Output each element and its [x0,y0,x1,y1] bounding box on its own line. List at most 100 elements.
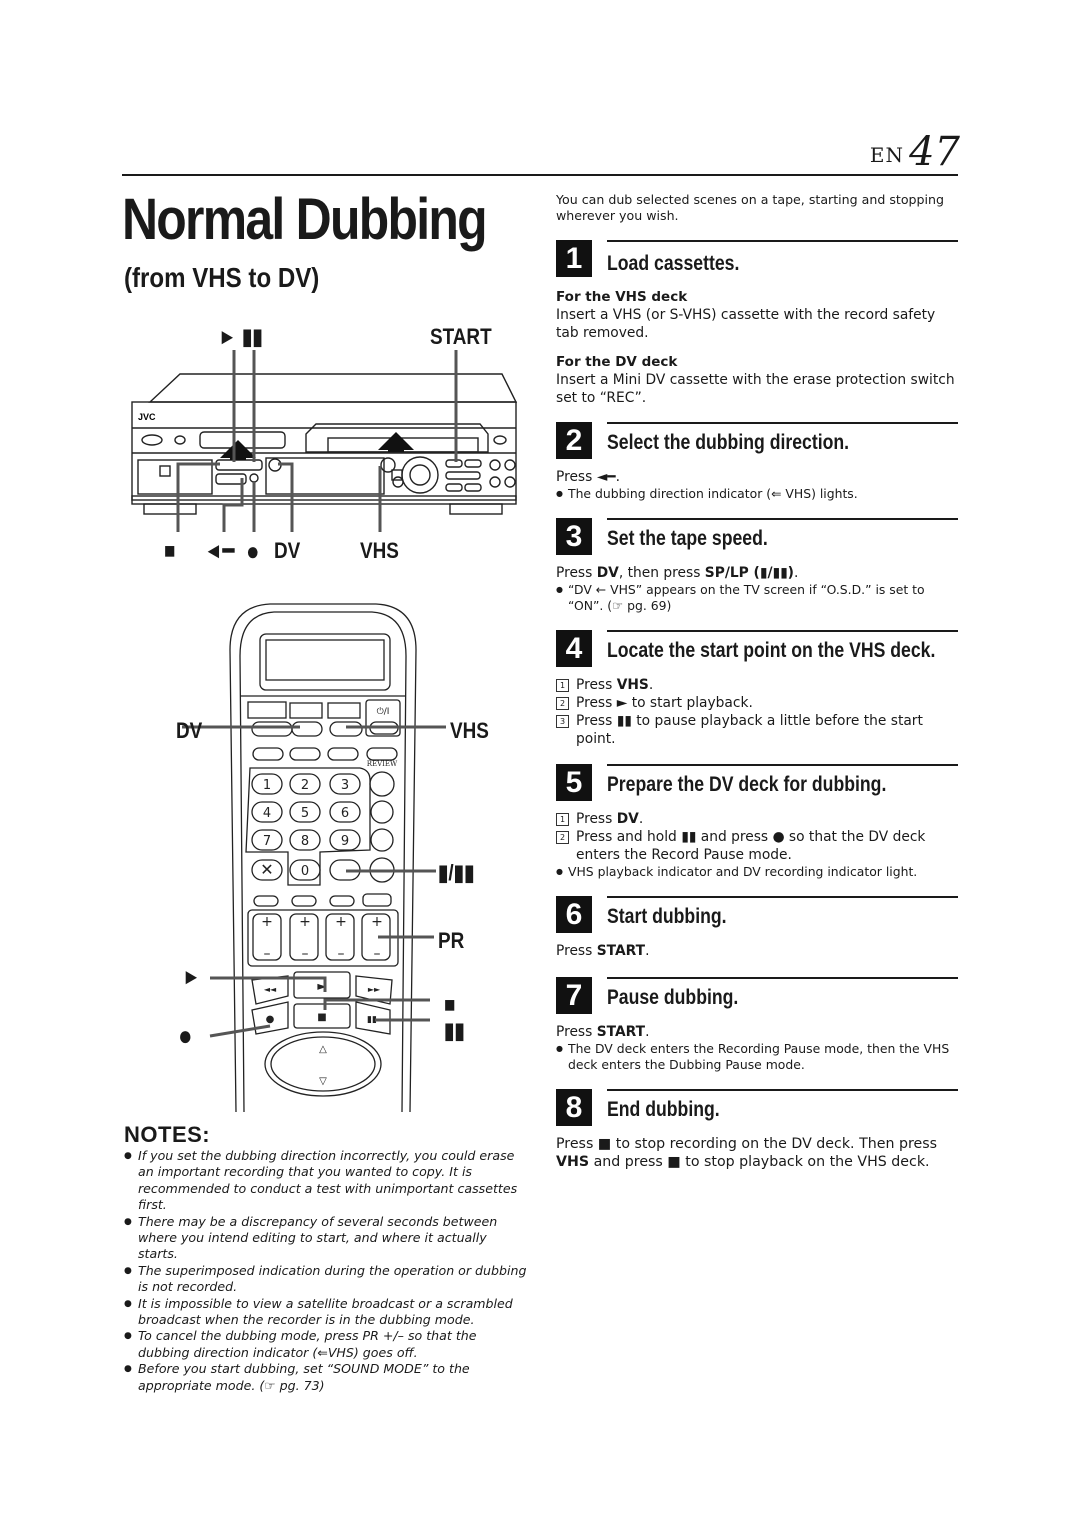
step-8: 8 End dubbing. Press ■ to stop recording… [556,1089,958,1171]
sub-step: 1 Press DV. [556,810,958,828]
step-6: 6 Start dubbing. Press START. [556,896,958,960]
step-title: Locate the start point on the VHS deck. [607,639,936,662]
step-rule [607,518,958,520]
notes-heading: NOTES: [124,1122,211,1147]
sub-step: 3 Press ▮▮ to pause playback a little bef… [556,712,958,748]
svg-text:◄◄: ◄◄ [264,985,277,994]
step-2: 2 Select the dubbing direction. Press ◄━… [556,422,958,502]
review-label: REVIEW [367,760,398,768]
step-5: 5 Prepare the DV deck for dubbing. 1 Pres… [556,764,958,880]
vhs-callout: VHS [360,538,399,563]
step-rule [607,977,958,979]
sub-step: 2 Press and hold ▮▮ and press ● so that t… [556,828,958,864]
step-4: 4 Locate the start point on the VHS deck… [556,630,958,748]
page-title: Normal Dubbing [122,187,488,252]
step-title: Load cassettes. [607,252,740,275]
step-1: 1 Load cassettes. For the VHS deck Inser… [556,240,958,407]
vcr-front-panel [131,401,517,501]
page-number: EN 47 [860,132,960,172]
step-number: 6 [556,896,592,933]
step-number: 3 [556,518,592,555]
step-rule [607,896,958,898]
step-rule [607,422,958,424]
step-rule [607,630,958,632]
pr-callout: PR [438,928,465,953]
svg-text:►►: ►► [368,985,381,994]
step-text: Press DV, then press SP/LP (▮/▮▮). [556,565,799,581]
vcr-top-panel [148,373,518,403]
intro-text: You can dub selected scenes on a tape, s… [556,192,944,223]
record-key-icon: ● [266,1014,275,1025]
note-item: To cancel the dubbing mode, press PR +/–… [124,1328,528,1361]
step-rule [607,764,958,766]
svg-text:+: + [335,914,347,930]
key-6: 6 [341,806,349,821]
step-text: Press START. [556,1024,650,1040]
key-5: 5 [301,806,309,821]
vhs-deck-text: Insert a VHS (or S-VHS) cassette with th… [556,307,936,341]
svg-text:+: + [261,914,273,930]
svg-text:–: – [264,946,271,962]
svg-text:+: + [371,914,383,930]
remote-lcd [259,633,391,691]
step-number: 1 [556,240,592,277]
svg-text:▽: ▽ [319,1076,327,1087]
step-text: Press ■ to stop recording on the DV deck… [556,1136,937,1170]
sub-step: 2 Press ► to start playback. [556,694,958,712]
step-title: Start dubbing. [607,905,727,928]
key-8: 8 [301,834,309,849]
direction-callout: ◄━ [204,538,235,563]
step-title: End dubbing. [607,1098,720,1121]
svg-text:+: + [299,914,311,930]
vhs-deck-label: For the VHS deck [556,289,688,305]
key-9: 9 [341,834,349,849]
dv-insert-arrow [220,440,256,460]
step-text: Press ◄━. [556,469,620,485]
svg-text:△: △ [319,1044,327,1055]
step-bullet: “DV ← VHS” appears on the TV screen if “… [556,582,958,614]
note-item: Before you start dubbing, set “SOUND MOD… [124,1361,528,1394]
key-0: 0 [301,864,309,879]
remote-record-callout: ● [178,1020,193,1051]
step-title: Prepare the DV deck for dubbing. [607,773,887,796]
cancel-x-icon: ✕ [260,860,273,879]
step-title: Set the tape speed. [607,527,768,550]
step-number: 4 [556,630,592,667]
note-item: If you set the dubbing direction incorre… [124,1148,528,1214]
power-label: ⏻/I [377,706,390,717]
vcr-illustration: JVC ► ▮▮ START ■ ◄━ ● DV VHS [120,320,530,570]
remote-dv-callout: DV [176,718,203,743]
key-3: 3 [341,778,349,793]
brand-logo: JVC [138,412,156,422]
step-text: Press START. [556,943,650,959]
header-rule [122,174,958,176]
step-title: Pause dubbing. [607,986,739,1009]
remote-illustration: 1 2 3 4 5 6 7 8 9 0 ✕ ⏻/I REVIEW + + + + –… [160,590,500,1120]
step-number: 5 [556,764,592,801]
key-7: 7 [263,834,271,849]
dv-deck-text: Insert a Mini DV cassette with the erase… [556,372,955,406]
play-pause-callout: ► ▮▮ [218,324,263,349]
stop-key-icon: ■ [317,1012,326,1023]
start-callout: START [430,324,492,349]
notes-list: If you set the dubbing direction incorre… [124,1148,528,1394]
dv-deck-label: For the DV deck [556,354,678,370]
record-callout: ● [246,536,260,566]
remote-play-callout: ► [182,964,201,989]
stop-callout: ■ [164,538,176,563]
step-3: 3 Set the tape speed. Press DV, then pre… [556,518,958,614]
step-number: 7 [556,977,592,1014]
step-bullet: The DV deck enters the Recording Pause m… [556,1041,958,1073]
key-1: 1 [263,778,271,793]
step-rule [607,1089,958,1091]
note-item: The superimposed indication during the o… [124,1263,528,1296]
step-bullet: The dubbing direction indicator (⇐ VHS) … [556,486,958,502]
remote-stop-callout: ■ [444,992,456,1017]
step-rule [607,240,958,242]
page-subtitle: (from VHS to DV) [124,262,320,293]
svg-text:–: – [374,946,381,962]
vcr-foot [449,503,503,515]
step-title: Select the dubbing direction. [607,431,850,454]
sub-step: 1 Press VHS. [556,676,958,694]
note-item: It is impossible to view a satellite bro… [124,1296,528,1329]
